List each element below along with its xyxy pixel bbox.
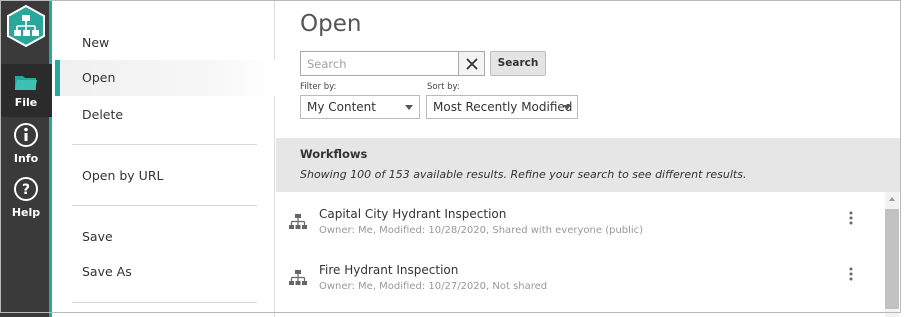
rail-item-label: File (14, 96, 38, 109)
info-icon (14, 123, 38, 147)
menu-divider (72, 205, 257, 206)
window-edge (901, 0, 911, 317)
sort-select[interactable]: Most Recently Modified (426, 95, 578, 119)
sort-label: Sort by: (427, 82, 460, 92)
item-name[interactable]: Fire Hydrant Inspection (319, 263, 458, 277)
folder-icon (15, 76, 37, 90)
page-title: Open (300, 11, 362, 37)
filter-value: My Content (307, 100, 376, 114)
scrollbar-thumb[interactable] (885, 209, 899, 309)
more-options-icon[interactable] (846, 211, 856, 231)
results-heading: Workflows (300, 147, 368, 161)
menu-item-delete[interactable]: Delete (55, 97, 275, 133)
search-input[interactable] (300, 51, 460, 76)
sort-value: Most Recently Modified (433, 100, 573, 114)
item-meta: Owner: Me, Modified: 10/27/2020, Not sha… (319, 281, 548, 292)
open-panel: Open Search Filter by: My Content Sort b… (276, 0, 901, 317)
file-menu: New Open Delete Open by URL Save Save As (55, 0, 275, 317)
workflow-icon (289, 214, 307, 229)
menu-item-new[interactable]: New (55, 25, 275, 61)
rail-item-file[interactable]: File (0, 64, 52, 117)
help-icon: ? (14, 177, 38, 201)
results-header: Workflows Showing 100 of 153 available r… (276, 138, 901, 192)
more-options-icon[interactable] (846, 267, 856, 287)
scroll-up-icon[interactable] (889, 197, 895, 201)
app-rail: File Info ? Help (0, 0, 52, 317)
svg-text:?: ? (22, 182, 30, 198)
chevron-down-icon (563, 105, 571, 110)
search-button[interactable]: Search (490, 51, 546, 76)
menu-item-open-by-url[interactable]: Open by URL (55, 158, 275, 194)
menu-divider (72, 302, 257, 303)
menu-item-save[interactable]: Save (55, 219, 275, 255)
list-item[interactable]: Fire Hydrant Inspection Owner: Me, Modif… (276, 249, 886, 305)
rail-item-help[interactable]: ? Help (0, 176, 52, 222)
workflow-icon (289, 270, 307, 285)
clear-search-button[interactable] (458, 51, 485, 76)
rail-item-label: Help (11, 206, 41, 219)
results-summary: Showing 100 of 153 available results. Re… (300, 168, 747, 181)
close-icon (465, 58, 478, 70)
filter-select[interactable]: My Content (300, 95, 420, 119)
menu-item-open[interactable]: Open (55, 60, 275, 96)
menu-divider (72, 144, 257, 145)
rail-item-info[interactable]: Info (0, 122, 52, 168)
chevron-down-icon (405, 105, 413, 110)
item-meta: Owner: Me, Modified: 10/28/2020, Shared … (319, 225, 644, 236)
menu-item-save-as[interactable]: Save As (55, 254, 275, 290)
filter-label: Filter by: (300, 82, 337, 92)
rail-item-label: Info (13, 152, 39, 165)
item-name[interactable]: Capital City Hydrant Inspection (319, 207, 506, 221)
list-item[interactable]: Capital City Hydrant Inspection Owner: M… (276, 193, 886, 249)
app-logo-icon[interactable] (4, 4, 48, 48)
